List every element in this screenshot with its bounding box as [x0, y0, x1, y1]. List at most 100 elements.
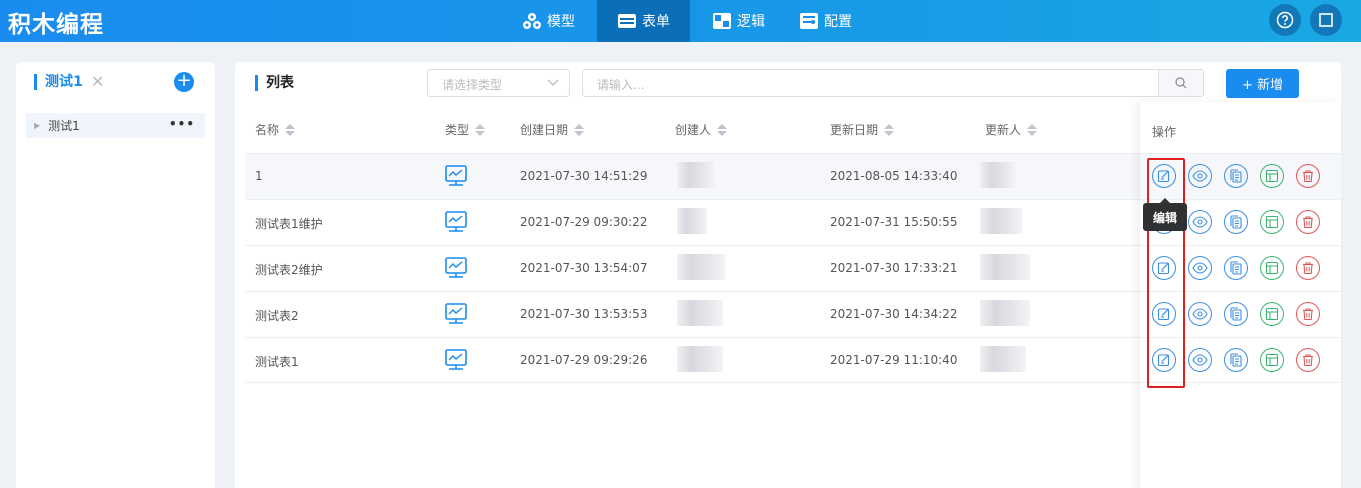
blurred-creator [677, 254, 725, 280]
cell-name: 测试表1维护 [255, 217, 323, 231]
search-button[interactable] [1158, 70, 1203, 96]
search-icon [1175, 77, 1187, 89]
delete-button[interactable] [1296, 164, 1320, 188]
edit-button[interactable] [1152, 348, 1176, 372]
nav-item-model[interactable]: 模型 [510, 0, 587, 42]
type-select-placeholder: 请选择类型 [442, 78, 503, 92]
blurred-updater [980, 208, 1022, 234]
column-header-updater[interactable]: 更新人 [985, 121, 1038, 138]
copy-icon [1230, 261, 1242, 275]
eye-icon [1192, 216, 1208, 228]
view-button[interactable] [1188, 210, 1212, 234]
blurred-creator [677, 162, 715, 188]
nav-label: 配置 [824, 14, 852, 30]
view-button[interactable] [1188, 302, 1212, 326]
copy-button[interactable] [1224, 256, 1248, 280]
operation-row [1140, 153, 1341, 199]
search-placeholder: 请输入... [597, 78, 645, 92]
app-logo: 积木编程 [8, 12, 104, 38]
copy-button[interactable] [1224, 164, 1248, 188]
tree-item-label: 测试1 [48, 119, 80, 133]
close-icon[interactable]: ✕ [91, 72, 104, 91]
delete-button[interactable] [1296, 210, 1320, 234]
view-button[interactable] [1188, 348, 1212, 372]
copy-icon [1230, 307, 1242, 321]
tree-item[interactable]: ▶ 测试1 ••• [26, 113, 205, 138]
operation-column: 操作 [1140, 102, 1341, 488]
sidebar-tab-title[interactable]: 测试1 [34, 74, 83, 90]
nav-item-logic[interactable]: 逻辑 [700, 0, 777, 42]
trash-icon [1303, 262, 1313, 275]
view-button[interactable] [1188, 164, 1212, 188]
copy-button[interactable] [1224, 302, 1248, 326]
add-icon[interactable]: + [174, 72, 194, 92]
trash-icon [1303, 170, 1313, 183]
cubes-icon [523, 13, 541, 29]
cell-updated-date: 2021-07-30 14:34:22 [830, 307, 958, 321]
delete-button[interactable] [1296, 256, 1320, 280]
sort-icon[interactable] [1027, 123, 1038, 136]
sort-icon[interactable] [574, 123, 585, 136]
copy-icon [1230, 169, 1242, 183]
top-bar: 积木编程 模型 表单 逻辑 配置 [0, 0, 1361, 42]
cell-updated-date: 2021-07-29 11:10:40 [830, 353, 958, 367]
delete-button[interactable] [1296, 302, 1320, 326]
column-header-updated-date[interactable]: 更新日期 [830, 121, 895, 138]
square-icon [1319, 13, 1333, 27]
search-input[interactable]: 请输入... [582, 69, 1204, 97]
trash-icon [1303, 354, 1313, 367]
type-select[interactable]: 请选择类型 [427, 69, 570, 97]
blurred-updater [980, 254, 1030, 280]
cell-updated-date: 2021-07-30 17:33:21 [830, 261, 958, 275]
sort-icon[interactable] [475, 123, 486, 136]
cell-name: 1 [255, 169, 263, 183]
layout-icon [1265, 307, 1279, 321]
edit-icon [1157, 170, 1170, 183]
more-icon[interactable]: ••• [169, 117, 195, 131]
blurred-creator [677, 300, 723, 326]
layout-button[interactable] [1260, 164, 1284, 188]
edit-button[interactable] [1152, 302, 1176, 326]
layout-button[interactable] [1260, 210, 1284, 234]
copy-icon [1230, 215, 1242, 229]
delete-button[interactable] [1296, 348, 1320, 372]
trash-icon [1303, 308, 1313, 321]
copy-button[interactable] [1224, 210, 1248, 234]
nav-item-form[interactable]: 表单 [597, 0, 690, 42]
column-header-creator[interactable]: 创建人 [675, 121, 728, 138]
sort-icon[interactable] [717, 123, 728, 136]
chevron-down-icon [547, 79, 559, 86]
caret-right-icon[interactable]: ▶ [34, 121, 40, 130]
help-icon [1276, 11, 1294, 29]
column-header-name[interactable]: 名称 [255, 121, 296, 138]
eye-icon [1192, 308, 1208, 320]
operation-row [1140, 291, 1341, 337]
cell-created-date: 2021-07-30 13:54:07 [520, 261, 648, 275]
blurred-updater [980, 300, 1030, 326]
blurred-updater [980, 346, 1026, 372]
layout-button[interactable] [1260, 256, 1284, 280]
cell-created-date: 2021-07-30 14:51:29 [520, 169, 648, 183]
layout-button[interactable] [1260, 302, 1284, 326]
edit-button[interactable] [1152, 164, 1176, 188]
copy-icon [1230, 353, 1242, 367]
logic-icon [713, 13, 731, 29]
column-header-type[interactable]: 类型 [445, 121, 486, 138]
layout-button[interactable] [1260, 348, 1284, 372]
nav-item-config[interactable]: 配置 [787, 0, 864, 42]
edit-button[interactable] [1152, 256, 1176, 280]
nav-label: 模型 [547, 14, 575, 30]
fullscreen-button[interactable] [1310, 4, 1342, 36]
cell-name: 测试表2维护 [255, 263, 323, 277]
copy-button[interactable] [1224, 348, 1248, 372]
help-button[interactable] [1269, 4, 1301, 36]
column-header-created-date[interactable]: 创建日期 [520, 121, 585, 138]
add-new-button[interactable]: + 新增 [1226, 69, 1299, 98]
view-button[interactable] [1188, 256, 1212, 280]
sort-icon[interactable] [884, 123, 895, 136]
blurred-creator [677, 346, 723, 372]
column-header-operation: 操作 [1152, 125, 1177, 139]
sort-icon[interactable] [285, 123, 296, 136]
edit-icon [1157, 308, 1170, 321]
layout-icon [1265, 261, 1279, 275]
